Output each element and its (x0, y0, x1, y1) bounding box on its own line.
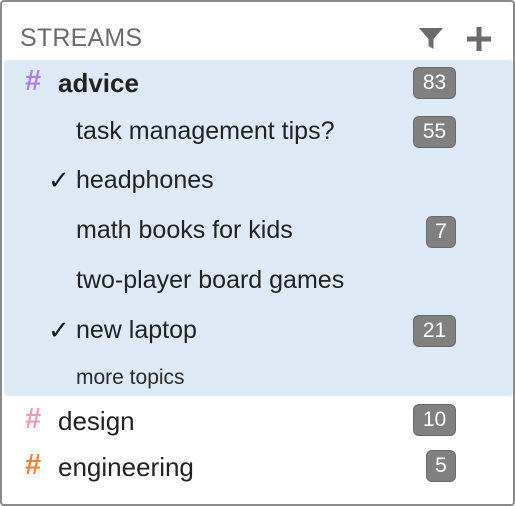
topic-name: task management tips? (76, 117, 335, 145)
more-topics-label: more topics (76, 366, 185, 389)
topic-row[interactable]: task management tips? 55 (2, 108, 513, 154)
filter-icon[interactable] (416, 24, 446, 54)
stream-name: design (58, 406, 135, 436)
stream-row-advice[interactable]: # advice 83 (2, 60, 513, 106)
unread-count-badge: 21 (413, 315, 456, 347)
topic-name: two-player board games (76, 266, 345, 294)
stream-hash-icon: # (25, 449, 42, 481)
topic-row[interactable]: ✓ headphones (2, 158, 513, 204)
streams-panel: STREAMS # advice 83 task management tips… (0, 0, 515, 506)
topic-name: headphones (76, 166, 214, 194)
topic-name: math books for kids (76, 216, 293, 244)
stream-row-engineering[interactable]: # engineering 5 (2, 444, 513, 490)
unread-count-badge: 83 (413, 67, 456, 99)
check-icon: ✓ (48, 165, 70, 195)
stream-name: engineering (58, 452, 194, 482)
unread-count-badge: 5 (426, 450, 456, 482)
stream-hash-icon: # (25, 403, 42, 435)
topic-row[interactable]: two-player board games (2, 258, 513, 304)
check-icon: ✓ (48, 315, 70, 345)
unread-count-badge: 55 (413, 116, 456, 148)
streams-title: STREAMS (20, 24, 143, 52)
topic-row[interactable]: ✓ new laptop 21 (2, 308, 513, 354)
unread-count-badge: 7 (426, 216, 456, 248)
topic-row[interactable]: math books for kids 7 (2, 208, 513, 254)
plus-icon[interactable] (464, 24, 494, 54)
unread-count-badge: 10 (413, 404, 456, 436)
stream-name: advice (58, 68, 139, 98)
topic-name: new laptop (76, 316, 197, 344)
stream-row-design[interactable]: # design 10 (2, 398, 513, 444)
more-topics-link[interactable]: more topics (2, 358, 513, 394)
streams-header: STREAMS (2, 2, 513, 60)
stream-hash-icon: # (25, 65, 42, 97)
